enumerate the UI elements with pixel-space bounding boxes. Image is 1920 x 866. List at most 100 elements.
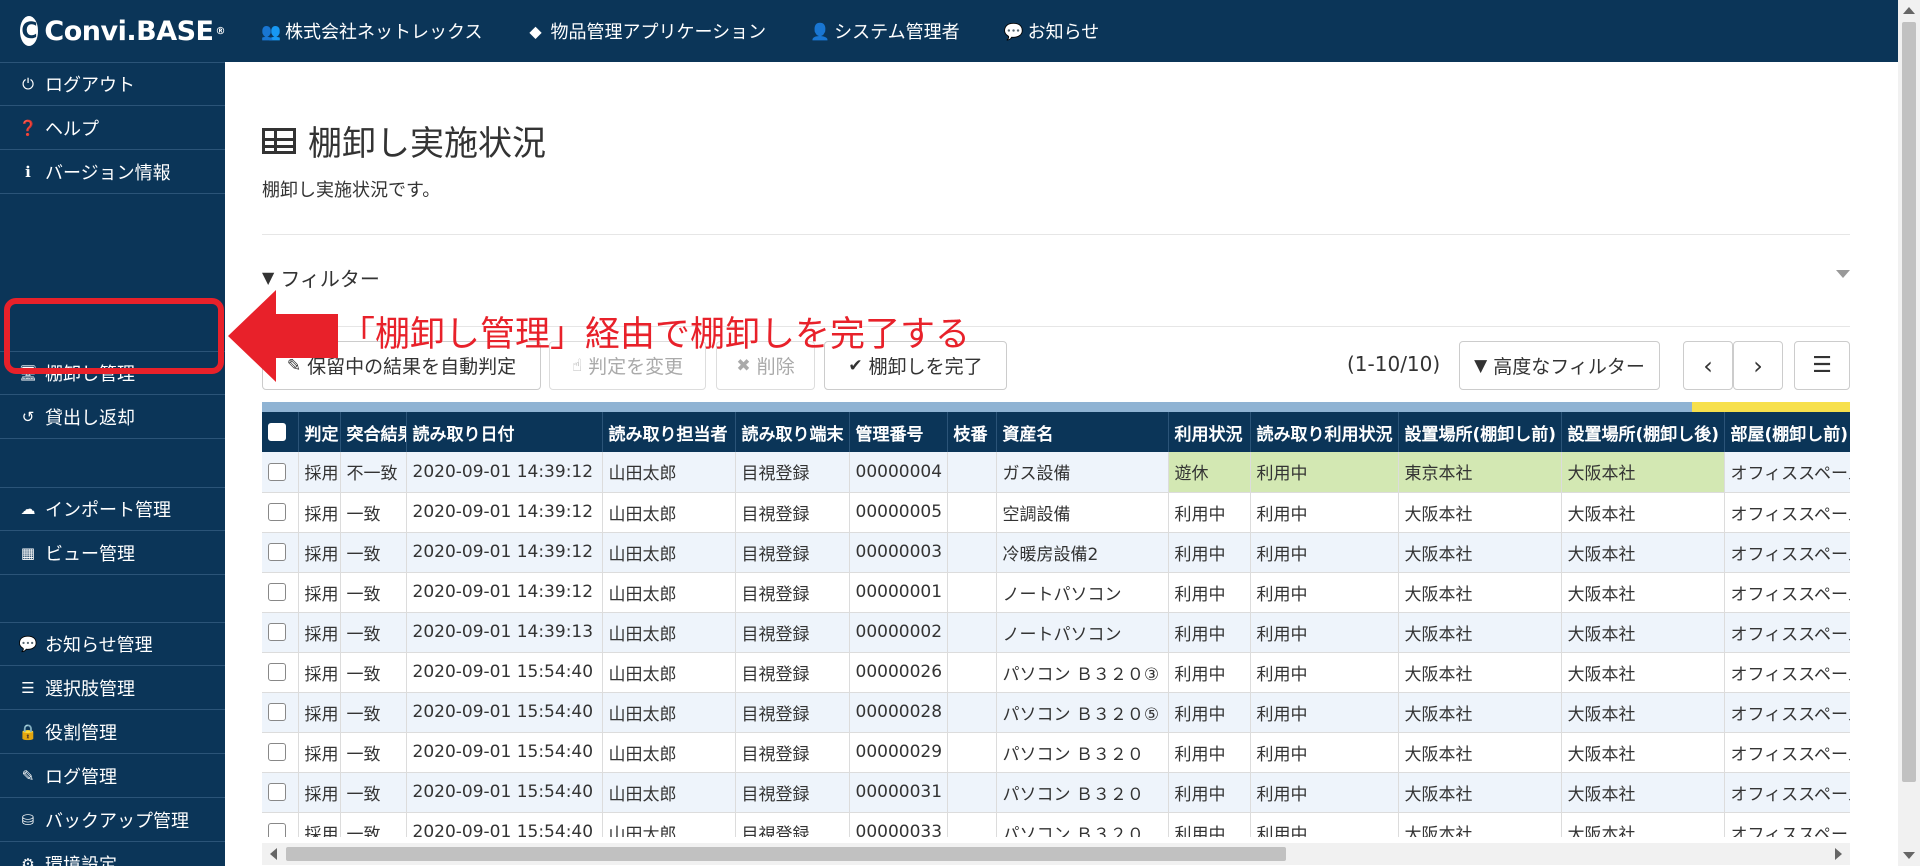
- vertical-scroll-thumb[interactable]: [1902, 22, 1916, 782]
- table-row[interactable]: 採用 一致 2020-09-01 15:54:40 山田太郎 目視登録 00000026 パ…: [262, 652, 1850, 693]
- column-header[interactable]: 枝番: [947, 412, 997, 452]
- edit-icon: ✎: [21, 766, 35, 785]
- logo-mark-icon: C: [20, 16, 39, 46]
- table-cell: オフィススペース: [1724, 532, 1850, 573]
- table-cell: 00000029: [849, 732, 948, 773]
- table-cell: オフィススペース: [1724, 772, 1850, 813]
- sidebar-item-label: インポート管理: [45, 499, 171, 521]
- table-row[interactable]: 採用 一致 2020-09-01 14:39:13 山田太郎 目視登録 00000002 ノ…: [262, 612, 1850, 653]
- sidebar-item-9[interactable]: 🔒 役割管理: [0, 710, 225, 754]
- table-cell: 遊休: [1168, 452, 1251, 493]
- row-checkbox[interactable]: [268, 663, 286, 681]
- column-header[interactable]: 利用状況: [1168, 412, 1251, 452]
- sidebar-item-label: ヘルプ: [45, 118, 99, 140]
- column-header[interactable]: 資産名: [996, 412, 1169, 452]
- sidebar-item-label: ログ管理: [45, 766, 117, 788]
- column-header[interactable]: 判定: [298, 412, 341, 452]
- table-cell: 採用: [298, 532, 341, 573]
- scroll-up-icon[interactable]: [1903, 7, 1915, 14]
- table-cell: 00000026: [849, 652, 948, 693]
- table-cell: 一致: [340, 572, 407, 613]
- row-checkbox[interactable]: [268, 583, 286, 601]
- topnav-item-3[interactable]: 💬 お知らせ: [1004, 18, 1100, 44]
- table-cell: 00000002: [849, 612, 948, 653]
- select-all-cell: [262, 412, 299, 452]
- horizontal-scrollbar[interactable]: [262, 843, 1850, 865]
- sidebar-item-6[interactable]: ▦ ビュー管理: [0, 531, 225, 575]
- table-cell: 2020-09-01 14:39:13: [406, 612, 603, 653]
- sidebar-item-11[interactable]: ⛁ バックアップ管理: [0, 798, 225, 842]
- sidebar-item-10[interactable]: ✎ ログ管理: [0, 754, 225, 798]
- topnav-item-2[interactable]: 👤 システム管理者: [810, 18, 959, 44]
- table-cell: 採用: [298, 812, 341, 837]
- sidebar-item-12[interactable]: ⚙ 環境設定: [0, 842, 225, 866]
- table-row[interactable]: 採用 一致 2020-09-01 15:54:40 山田太郎 目視登録 00000028 パ…: [262, 692, 1850, 733]
- table-cell: オフィススペース: [1724, 652, 1850, 693]
- scroll-right-icon[interactable]: [1835, 848, 1842, 860]
- table-cell: 目視登録: [735, 572, 850, 613]
- top-nav: 👥 株式会社ネットレックス ◆ 物品管理アプリケーション 👤 システム管理者 💬 お知らせ: [261, 18, 1143, 44]
- row-checkbox[interactable]: [268, 823, 286, 837]
- sidebar-item-1[interactable]: ❓ ヘルプ: [0, 106, 225, 150]
- comment-icon: 💬: [1003, 21, 1024, 41]
- column-header[interactable]: 読み取り日付: [406, 412, 603, 452]
- scroll-down-icon[interactable]: [1903, 852, 1915, 859]
- column-header[interactable]: 読み取り担当者: [602, 412, 736, 452]
- table-cell: 山田太郎: [602, 812, 736, 837]
- filter-toggle[interactable]: ▼ フィルター: [262, 262, 1850, 292]
- horizontal-scroll-thumb[interactable]: [286, 847, 1286, 861]
- column-header[interactable]: 管理番号: [849, 412, 948, 452]
- comment-icon: 💬: [18, 634, 38, 653]
- row-checkbox[interactable]: [268, 743, 286, 761]
- table-row[interactable]: 採用 不一致 2020-09-01 14:39:12 山田太郎 目視登録 00000004…: [262, 452, 1850, 493]
- table-header-strip: [262, 402, 1850, 412]
- column-header[interactable]: 読み取り利用状況: [1250, 412, 1399, 452]
- brand-logo[interactable]: C Convi.BASE ®: [0, 16, 225, 47]
- advanced-filter-button[interactable]: ▼ 高度なフィルター: [1459, 341, 1660, 390]
- table-cell: 空調設備: [996, 492, 1169, 533]
- table-cell: 採用: [298, 452, 341, 493]
- column-header[interactable]: 設置場所(棚卸し前): [1398, 412, 1562, 452]
- table-cell: オフィススペース: [1724, 452, 1850, 493]
- topnav-item-label: 株式会社ネットレックス: [285, 22, 483, 43]
- topnav-item-1[interactable]: ◆ 物品管理アプリケーション: [526, 18, 766, 44]
- sidebar-item-4[interactable]: ↺ 貸出し返却: [0, 395, 225, 439]
- column-header[interactable]: 突合結果: [340, 412, 407, 452]
- table-cell: 目視登録: [735, 692, 850, 733]
- advanced-filter-label: 高度なフィルター: [1493, 356, 1645, 378]
- sidebar-item-0[interactable]: ⏻ ログアウト: [0, 62, 225, 106]
- table-cell: ノートパソコン: [996, 612, 1169, 653]
- column-header[interactable]: 読み取り端末: [735, 412, 850, 452]
- table-cell: 大阪本社: [1398, 572, 1562, 613]
- scroll-left-icon[interactable]: [270, 848, 277, 860]
- topnav-item-0[interactable]: 👥 株式会社ネットレックス: [261, 18, 482, 44]
- sidebar-item-5[interactable]: ☁ インポート管理: [0, 487, 225, 531]
- column-header[interactable]: 部屋(棚卸し前): [1724, 412, 1850, 452]
- sidebar-item-7[interactable]: 💬 お知らせ管理: [0, 622, 225, 666]
- row-checkbox[interactable]: [268, 623, 286, 641]
- sidebar-item-8[interactable]: ☰ 選択肢管理: [0, 666, 225, 710]
- row-checkbox[interactable]: [268, 703, 286, 721]
- column-header[interactable]: 設置場所(棚卸し後): [1561, 412, 1725, 452]
- table-row[interactable]: 採用 一致 2020-09-01 14:39:12 山田太郎 目視登録 00000003 冷…: [262, 532, 1850, 573]
- row-checkbox[interactable]: [268, 503, 286, 521]
- topnav-item-label: システム管理者: [834, 22, 960, 43]
- table-cell: オフィススペース: [1724, 492, 1850, 533]
- sidebar-item-2[interactable]: ℹ バージョン情報: [0, 150, 225, 194]
- vertical-scrollbar[interactable]: [1898, 0, 1920, 866]
- table-row[interactable]: 採用 一致 2020-09-01 15:54:40 山田太郎 目視登録 00000033 パ…: [262, 812, 1850, 837]
- table-cell: [947, 612, 997, 653]
- table-row[interactable]: 採用 一致 2020-09-01 14:39:12 山田太郎 目視登録 00000001 ノ…: [262, 572, 1850, 613]
- table-row[interactable]: 採用 一致 2020-09-01 15:54:40 山田太郎 目視登録 00000031 パ…: [262, 772, 1850, 813]
- table-row[interactable]: 採用 一致 2020-09-01 15:54:40 山田太郎 目視登録 00000029 パ…: [262, 732, 1850, 773]
- prev-page-button[interactable]: ‹: [1683, 341, 1733, 390]
- next-page-button[interactable]: ›: [1733, 341, 1783, 390]
- column-menu-button[interactable]: ☰: [1794, 341, 1850, 390]
- row-checkbox[interactable]: [268, 543, 286, 561]
- row-checkbox[interactable]: [268, 783, 286, 801]
- table-row[interactable]: 採用 一致 2020-09-01 14:39:12 山田太郎 目視登録 00000005 空…: [262, 492, 1850, 533]
- table-cell: 採用: [298, 692, 341, 733]
- row-checkbox[interactable]: [268, 462, 286, 481]
- sidebar-item-label: バージョン情報: [45, 162, 171, 184]
- select-all-checkbox[interactable]: [268, 423, 286, 441]
